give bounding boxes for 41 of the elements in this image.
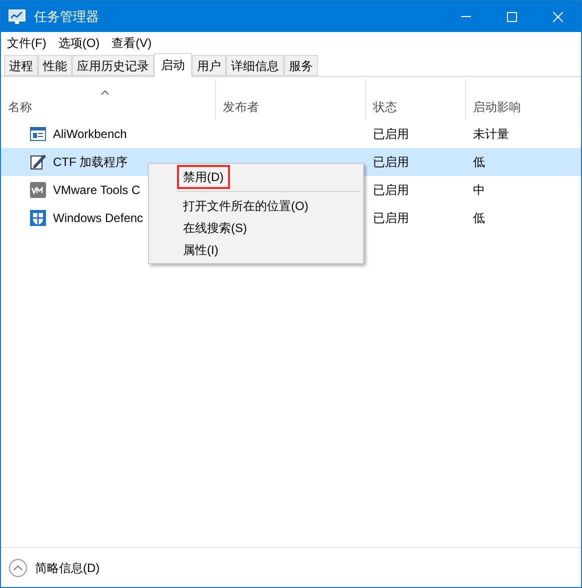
table-cell: 已启用 <box>373 155 409 169</box>
table-cell: 中 <box>473 183 485 197</box>
context-menu-item[interactable]: 属性(I) <box>177 239 224 261</box>
tab[interactable]: 服务 <box>284 55 318 76</box>
tab[interactable]: 启动 <box>154 53 192 77</box>
table-cell-text: VMware Tools C <box>53 182 140 199</box>
table-cell-text: Windows Defenc <box>53 210 144 227</box>
collapse-details-button[interactable]: 简略信息(D) <box>9 558 100 576</box>
column-header[interactable]: 启动影响 <box>473 98 521 116</box>
menu-item[interactable]: 选项(O) <box>52 32 106 53</box>
tab[interactable]: 用户 <box>192 55 226 76</box>
tab[interactable]: 进程 <box>4 55 38 76</box>
table-cell: 低 <box>473 155 485 169</box>
column-header[interactable]: 状态 <box>373 98 397 116</box>
menu-item[interactable]: 文件(F) <box>1 32 52 53</box>
table-cell: 已启用 <box>373 183 409 197</box>
notepad-pen-icon <box>30 154 46 170</box>
maximize-icon <box>507 12 517 22</box>
table-cell: 低 <box>473 211 485 225</box>
table-cell: 已启用 <box>373 211 409 225</box>
column-header[interactable]: 发布者 <box>223 98 259 116</box>
tab[interactable]: 应用历史记录 <box>72 55 154 76</box>
table-cell-text: CTF 加载程序 <box>53 154 128 171</box>
tab[interactable]: 详细信息 <box>226 55 284 76</box>
menu-item[interactable]: 查看(V) <box>106 32 158 53</box>
context-menu-item[interactable]: 禁用(D) <box>177 165 230 189</box>
context-menu-item[interactable]: 在线搜索(S) <box>177 217 253 239</box>
column-header[interactable]: 名称 <box>8 98 32 116</box>
chevron-up-icon <box>9 558 27 576</box>
window-title: 任务管理器 <box>34 8 99 26</box>
table-cell: 未计量 <box>473 127 509 141</box>
context-menu-item[interactable]: 打开文件所在的位置(O) <box>177 195 314 217</box>
table-cell-text: AliWorkbench <box>53 126 127 143</box>
vm-icon <box>30 182 46 198</box>
close-icon <box>553 12 563 22</box>
shield-icon <box>30 210 46 226</box>
window-icon <box>30 127 46 141</box>
monitor-chart-icon <box>8 8 26 24</box>
table-cell: 已启用 <box>373 127 409 141</box>
minimize-icon <box>461 16 471 17</box>
tab[interactable]: 性能 <box>38 55 72 76</box>
